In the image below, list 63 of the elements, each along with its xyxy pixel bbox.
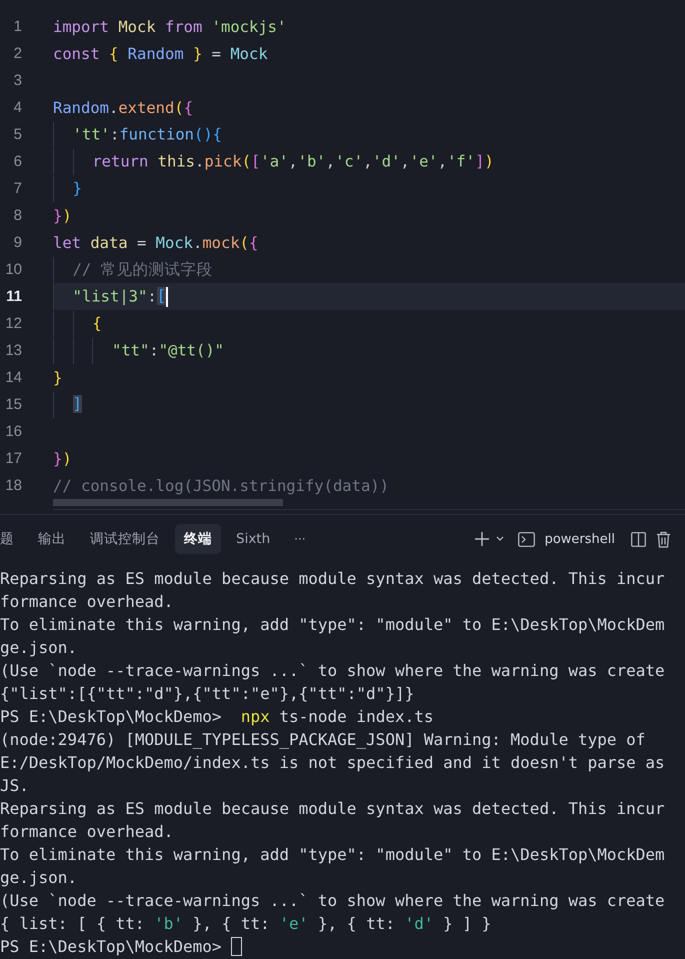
panel-tab[interactable]: 调试控制台 (81, 524, 169, 554)
panel-tab[interactable]: Sixth (227, 525, 280, 553)
code-line: { (53, 310, 102, 336)
line-number: 14 (4, 369, 22, 386)
terminal-line: (Use `node --trace-warnings ...` to show where the warning was create (0, 661, 665, 680)
code-line: let data = Mock.mock({ (53, 234, 258, 252)
code-line: import Mock from 'mockjs' (53, 18, 286, 36)
line-number: 12 (4, 315, 22, 332)
code-line: "list|3":[ (53, 284, 166, 310)
terminal-line: E:/DeskTop/MockDemo/index.ts is not specified and it doesn't parse as (0, 753, 665, 772)
terminal-line: {"list":[{"tt":"d"},{"tt":"e"},{"tt":"d"}]} (0, 684, 414, 703)
code-line: const { Random } = Mock (53, 44, 268, 62)
terminal-line: JS. (0, 776, 29, 795)
line-number: 13 (4, 342, 22, 359)
line-number: 16 (4, 423, 22, 440)
line-number: 17 (4, 450, 22, 467)
chevron-down-icon[interactable] (496, 536, 504, 542)
terminal-line: To eliminate this warning, add "type": "module" to E:\DeskTop\MockDem (0, 845, 665, 864)
code-line: }) (53, 206, 72, 224)
code-line: // console.log(JSON.stringify(data)) (53, 476, 389, 494)
line-number: 8 (12, 207, 22, 224)
line-number: 1 (12, 18, 22, 35)
plus-icon[interactable] (474, 531, 490, 547)
panel-tab[interactable]: 输出 (29, 524, 75, 554)
terminal-line: PS E:\DeskTop\MockDemo> (0, 937, 223, 956)
code-line: } (53, 176, 82, 202)
terminal-line: formance overhead. (0, 592, 174, 611)
code-line: Random.extend({ (53, 98, 194, 116)
line-number: 10 (4, 261, 22, 278)
terminal-line: (node:29476) [MODULE_TYPELESS_PACKAGE_JSON] Warning: Module type of (0, 730, 646, 749)
code-line: } (53, 368, 62, 386)
terminal-line: ge.json. (0, 868, 78, 887)
line-number: 2 (12, 45, 22, 62)
split-icon[interactable] (631, 532, 646, 546)
terminal-line: formance overhead. (0, 822, 174, 841)
terminal-icon (518, 532, 535, 546)
terminal-line: (Use `node --trace-warnings ...` to show where the warning was create (0, 891, 665, 910)
panel-tab[interactable]: 终端 (175, 524, 221, 554)
code-line: "tt":"@tt()" (53, 338, 224, 364)
line-number: 9 (12, 234, 22, 251)
code-line: }) (53, 450, 72, 468)
more-button[interactable]: ··· (285, 526, 315, 552)
terminal-line: ge.json. (0, 638, 78, 657)
line-number: 15 (4, 396, 22, 413)
terminal-line: PS E:\DeskTop\MockDemo> npx ts-node index.ts (0, 707, 434, 726)
code-line: 'tt':function(){ (53, 122, 222, 148)
trash-icon[interactable] (656, 530, 671, 548)
line-number: 6 (12, 153, 22, 170)
code-line: return this.pick(['a','b','c','d','e','f']) (53, 148, 494, 174)
panel-tab[interactable]: 题 (0, 524, 23, 554)
code-line: ] (53, 392, 82, 418)
line-number: 7 (12, 180, 22, 197)
terminal-line: { list: [ { tt: 'b' }, { tt: 'e' }, { tt: 'd' } ] } (0, 914, 492, 933)
line-number: 18 (4, 477, 22, 494)
terminal-line: Reparsing as ES module because module syntax was detected. This incur (0, 799, 665, 818)
shell-selector[interactable]: powershell (544, 532, 621, 546)
line-number: 4 (12, 99, 22, 116)
line-number: 5 (12, 126, 22, 143)
line-number: 11 (5, 288, 22, 305)
line-number: 3 (12, 72, 22, 89)
terminal-line: To eliminate this warning, add "type": "module" to E:\DeskTop\MockDem (0, 615, 665, 634)
scrollbar[interactable] (53, 499, 283, 506)
terminal-line: Reparsing as ES module because module syntax was detected. This incur (0, 569, 665, 588)
